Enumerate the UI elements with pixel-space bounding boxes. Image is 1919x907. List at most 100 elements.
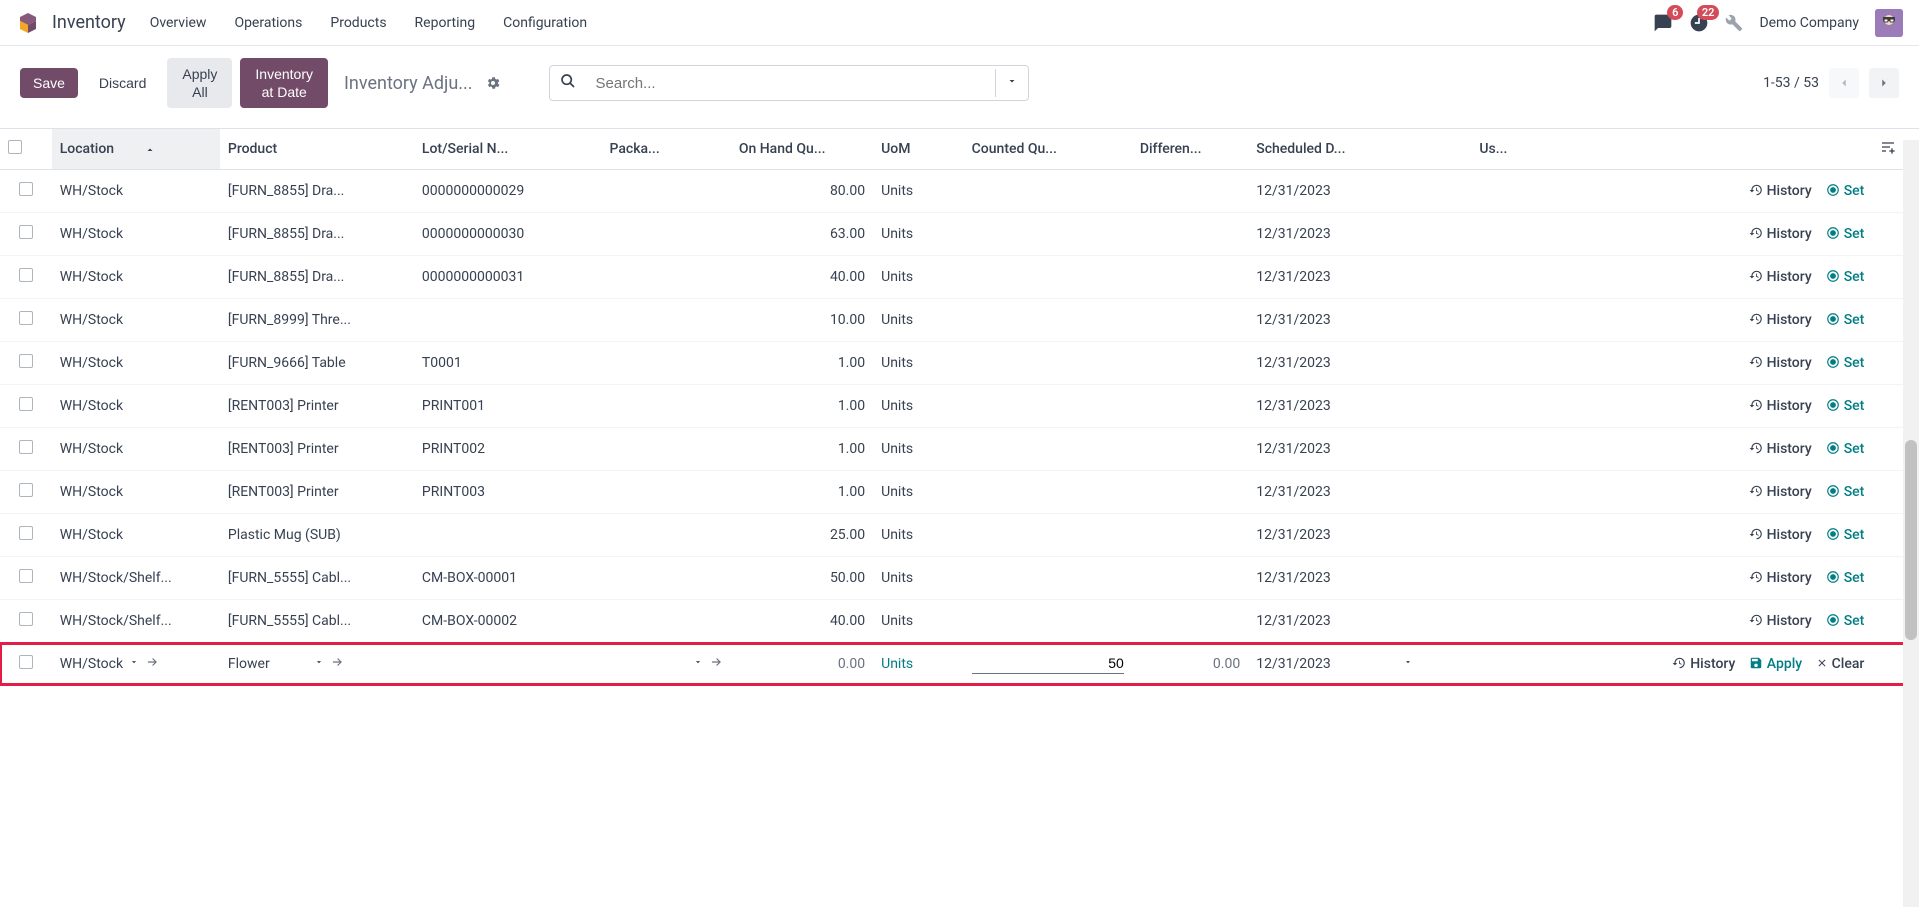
cell-counted[interactable] [964,428,1132,471]
wrench-icon[interactable] [1725,14,1743,32]
nav-operations[interactable]: Operations [234,15,302,31]
cell-scheduled[interactable]: 12/31/2023 [1248,256,1471,299]
activities-button[interactable]: 22 [1689,13,1709,33]
cell-location-edit[interactable]: WH/Stock [52,643,220,685]
external-link-icon[interactable] [709,655,723,673]
set-button[interactable]: Set [1826,183,1865,199]
inventory-at-date-button[interactable]: Inventory at Date [240,58,328,108]
cell-package[interactable] [601,471,730,514]
set-button[interactable]: Set [1826,441,1865,457]
cell-location[interactable]: WH/Stock [52,428,220,471]
cell-lot-edit[interactable] [414,643,602,685]
cell-counted[interactable] [964,256,1132,299]
cell-counted[interactable] [964,213,1132,256]
nav-products[interactable]: Products [330,15,386,31]
pager-next-button[interactable] [1869,68,1899,98]
cell-user[interactable] [1471,428,1536,471]
cell-product-edit[interactable]: Flower [220,643,414,685]
scrollbar[interactable] [1903,140,1919,907]
set-button[interactable]: Set [1826,312,1865,328]
cell-user[interactable] [1471,514,1536,557]
cell-scheduled[interactable]: 12/31/2023 [1248,342,1471,385]
cell-user-edit[interactable] [1471,643,1536,685]
chevron-down-icon[interactable] [129,657,139,670]
app-name[interactable]: Inventory [52,12,126,33]
cell-counted[interactable] [964,514,1132,557]
messages-button[interactable]: 6 [1653,13,1673,33]
cell-product[interactable]: Plastic Mug (SUB) [220,514,414,557]
cell-scheduled[interactable]: 12/31/2023 [1248,385,1471,428]
cell-product[interactable]: [RENT003] Printer [220,471,414,514]
table-row[interactable]: WH/Stock[RENT003] PrinterPRINT0021.00Uni… [0,428,1919,471]
cell-counted[interactable] [964,170,1132,213]
col-onhand[interactable]: On Hand Qu... [731,129,873,170]
cell-package-edit[interactable] [601,643,730,685]
external-link-icon[interactable] [145,655,159,673]
scrollbar-thumb[interactable] [1905,440,1917,640]
cell-product[interactable]: [FURN_8999] Thre... [220,299,414,342]
table-row[interactable]: WH/Stock[FURN_8999] Thre...10.00Units12/… [0,299,1919,342]
cell-scheduled[interactable]: 12/31/2023 [1248,514,1471,557]
cell-location[interactable]: WH/Stock [52,213,220,256]
cell-lot[interactable] [414,299,602,342]
cell-location[interactable]: WH/Stock [52,256,220,299]
cell-counted[interactable] [964,342,1132,385]
cell-user[interactable] [1471,170,1536,213]
row-checkbox[interactable] [0,428,52,471]
cell-scheduled[interactable]: 12/31/2023 [1248,299,1471,342]
set-button[interactable]: Set [1826,527,1865,543]
discard-button[interactable]: Discard [86,68,159,98]
cell-package[interactable] [601,428,730,471]
pager-prev-button[interactable] [1829,68,1859,98]
cell-location[interactable]: WH/Stock [52,170,220,213]
row-checkbox[interactable] [0,514,52,557]
cell-lot[interactable] [414,514,602,557]
table-row[interactable]: WH/Stock/Shelf...[FURN_5555] Cabl...CM-B… [0,557,1919,600]
cell-user[interactable] [1471,299,1536,342]
cell-counted-edit[interactable] [964,643,1132,685]
row-checkbox[interactable] [0,643,52,685]
cell-location[interactable]: WH/Stock [52,299,220,342]
cell-package[interactable] [601,170,730,213]
col-location[interactable]: Location [52,129,220,170]
cell-package[interactable] [601,514,730,557]
set-button[interactable]: Set [1826,226,1865,242]
cell-product[interactable]: [FURN_5555] Cabl... [220,557,414,600]
history-button[interactable]: History [1749,183,1812,199]
cell-scheduled[interactable]: 12/31/2023 [1248,557,1471,600]
apply-button[interactable]: Apply [1749,656,1802,672]
col-user[interactable]: Us... [1471,129,1536,170]
apply-all-button[interactable]: Apply All [167,58,232,108]
external-link-icon[interactable] [330,655,344,673]
counted-input[interactable] [972,653,1124,674]
table-row[interactable]: WH/Stock[FURN_8855] Dra...00000000000314… [0,256,1919,299]
chevron-down-icon[interactable] [1403,657,1413,670]
nav-overview[interactable]: Overview [150,15,207,31]
col-difference[interactable]: Differen... [1132,129,1248,170]
set-button[interactable]: Set [1826,613,1865,629]
cell-product[interactable]: [FURN_5555] Cabl... [220,600,414,643]
clear-button[interactable]: Clear [1816,656,1864,672]
cell-package[interactable] [601,256,730,299]
cell-lot[interactable]: CM-BOX-00001 [414,557,602,600]
cell-user[interactable] [1471,256,1536,299]
set-button[interactable]: Set [1826,398,1865,414]
history-button[interactable]: History [1749,613,1812,629]
col-scheduled[interactable]: Scheduled D... [1248,129,1471,170]
cell-scheduled[interactable]: 12/31/2023 [1248,170,1471,213]
row-checkbox[interactable] [0,299,52,342]
cell-location[interactable]: WH/Stock/Shelf... [52,557,220,600]
cell-product[interactable]: [RENT003] Printer [220,428,414,471]
cell-counted[interactable] [964,557,1132,600]
history-button[interactable]: History [1749,355,1812,371]
cell-package[interactable] [601,213,730,256]
row-checkbox[interactable] [0,256,52,299]
history-button[interactable]: History [1672,656,1735,672]
cell-scheduled[interactable]: 12/31/2023 [1248,471,1471,514]
set-button[interactable]: Set [1826,570,1865,586]
row-checkbox[interactable] [0,471,52,514]
cell-package[interactable] [601,385,730,428]
save-button[interactable]: Save [20,68,78,98]
col-lot[interactable]: Lot/Serial N... [414,129,602,170]
table-row[interactable]: WH/Stock/Shelf...[FURN_5555] Cabl...CM-B… [0,600,1919,643]
